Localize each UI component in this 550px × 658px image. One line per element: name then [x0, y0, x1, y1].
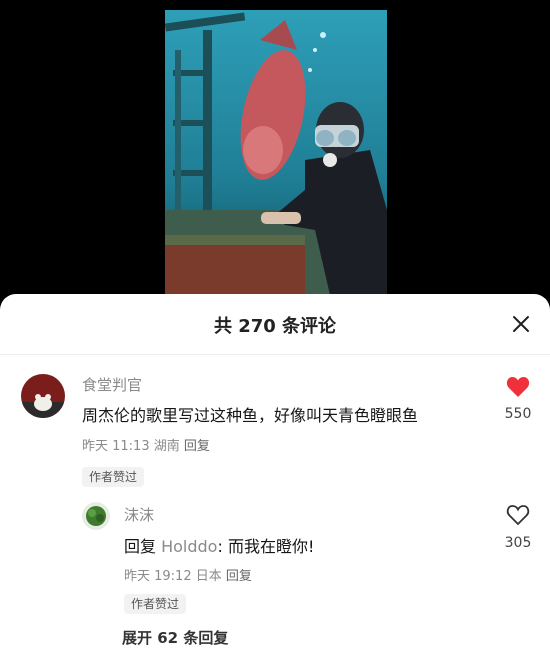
avatar-image: [21, 374, 65, 418]
comments-title: 共 270 条评论: [213, 316, 337, 337]
commenter-username[interactable]: 食堂判官: [82, 374, 142, 395]
reply-time: 昨天 19:12: [124, 569, 192, 584]
reply-prefix: 回复: [124, 537, 162, 556]
comment-reply-link[interactable]: 回复: [184, 439, 210, 454]
expand-replies-link[interactable]: 展开 62 条回复: [122, 627, 228, 648]
heart-filled-icon: [506, 377, 530, 397]
heart-outline-icon: [506, 505, 530, 526]
reply-author-liked-badge: 作者赞过: [124, 594, 187, 614]
comment-meta: 昨天 11:13 湖南 回复: [82, 435, 210, 454]
reply-body: : 而我在瞪你!: [217, 537, 315, 556]
reply-reply-link[interactable]: 回复: [226, 569, 252, 584]
like-count: 550: [504, 406, 532, 422]
video-player[interactable]: [0, 0, 550, 300]
reply-like-count: 305: [504, 535, 532, 551]
reply-location: 日本: [195, 569, 222, 584]
comments-header: 共 270 条评论: [0, 294, 550, 355]
video-thumbnail: [165, 10, 387, 295]
like-button[interactable]: [506, 376, 530, 398]
close-icon: [513, 316, 529, 332]
comment-text: 周杰伦的歌里写过这种鱼，好像叫天青色瞪眼鱼: [82, 406, 419, 425]
reply-like-button[interactable]: [506, 504, 530, 526]
replier-username[interactable]: 沫沫: [124, 504, 154, 525]
comment-time: 昨天 11:13: [82, 439, 150, 454]
reply-mention[interactable]: Holddo: [161, 537, 217, 556]
close-button[interactable]: [510, 313, 532, 335]
comment-location: 湖南: [153, 439, 180, 454]
commenter-avatar[interactable]: [21, 374, 65, 418]
reply-meta: 昨天 19:12 日本 回复: [124, 565, 252, 584]
replier-avatar[interactable]: [82, 502, 110, 530]
author-liked-badge: 作者赞过: [82, 467, 145, 487]
video-frame[interactable]: [165, 10, 387, 295]
comments-sheet: 共 270 条评论 食堂判官 周杰伦的歌里写过这种鱼，好像叫天青色瞪眼鱼 昨天 …: [0, 294, 550, 658]
reply-text: 回复 Holddo: 而我在瞪你!: [124, 533, 314, 557]
avatar-image: [82, 502, 110, 530]
